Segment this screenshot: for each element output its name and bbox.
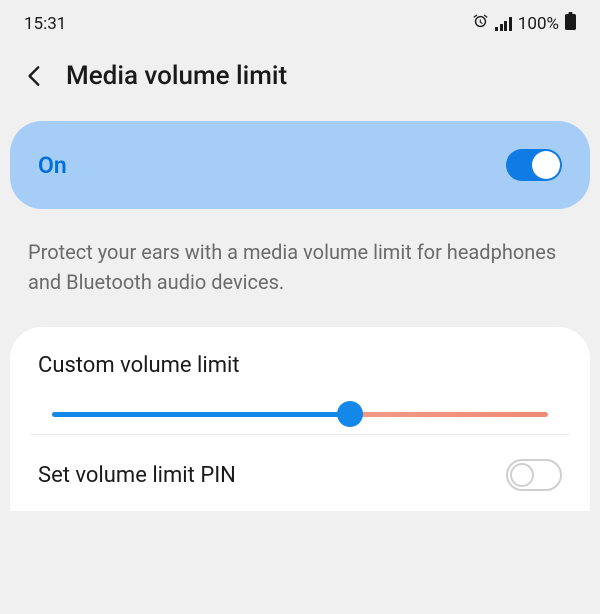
pin-toggle-switch[interactable]: [506, 459, 562, 491]
description-text: Protect your ears with a media volume li…: [0, 237, 600, 327]
status-bar: 15:31 100%: [0, 0, 600, 43]
slider-thumb[interactable]: [337, 401, 363, 427]
volume-limit-slider[interactable]: [10, 404, 590, 434]
slider-fill: [52, 412, 350, 417]
battery-percent: 100%: [518, 14, 559, 34]
master-toggle-switch[interactable]: [506, 149, 562, 181]
custom-limit-title: Custom volume limit: [10, 353, 590, 404]
settings-card: Custom volume limit Set volume limit PIN: [10, 327, 590, 511]
signal-icon: [495, 16, 512, 31]
back-icon[interactable]: [22, 63, 48, 89]
battery-icon: [565, 12, 576, 35]
status-time: 15:31: [24, 14, 66, 34]
pin-title: Set volume limit PIN: [38, 463, 236, 488]
pin-setting-row[interactable]: Set volume limit PIN: [10, 435, 590, 511]
alarm-icon: [472, 13, 489, 35]
page-title: Media volume limit: [66, 61, 287, 91]
status-icons: 100%: [472, 12, 576, 35]
master-toggle-card[interactable]: On: [10, 121, 590, 209]
page-header: Media volume limit: [0, 43, 600, 121]
master-toggle-label: On: [38, 152, 67, 179]
